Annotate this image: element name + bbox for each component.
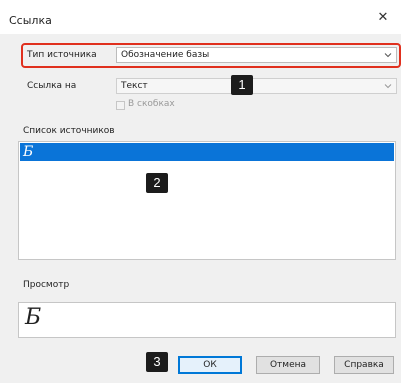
- source-type-value: Обозначение базы: [121, 50, 210, 60]
- source-type-label: Тип источника: [27, 50, 97, 60]
- close-icon[interactable]: ✕: [375, 10, 391, 26]
- link-to-select[interactable]: Текст: [116, 78, 397, 94]
- in-brackets-checkbox[interactable]: [116, 101, 125, 110]
- list-item[interactable]: Б: [20, 143, 394, 161]
- preview-box: Б: [18, 302, 396, 338]
- dialog-title: Ссылка: [9, 14, 52, 27]
- sources-label: Список источников: [23, 126, 115, 136]
- annotation-badge-3: 3: [146, 352, 168, 372]
- in-brackets-label: В скобках: [128, 99, 175, 109]
- ok-button[interactable]: ОК: [178, 356, 242, 374]
- cancel-button[interactable]: Отмена: [256, 356, 320, 374]
- source-type-select[interactable]: Обозначение базы: [116, 47, 397, 63]
- link-to-label: Ссылка на: [27, 81, 77, 91]
- preview-label: Просмотр: [23, 280, 70, 290]
- link-to-value: Текст: [121, 81, 148, 91]
- chevron-down-icon: [384, 82, 392, 90]
- annotation-badge-1: 1: [231, 75, 253, 95]
- chevron-down-icon: [384, 51, 392, 59]
- sources-list[interactable]: Б: [18, 141, 396, 260]
- help-button[interactable]: Справка: [334, 356, 394, 374]
- annotation-badge-2: 2: [146, 173, 168, 193]
